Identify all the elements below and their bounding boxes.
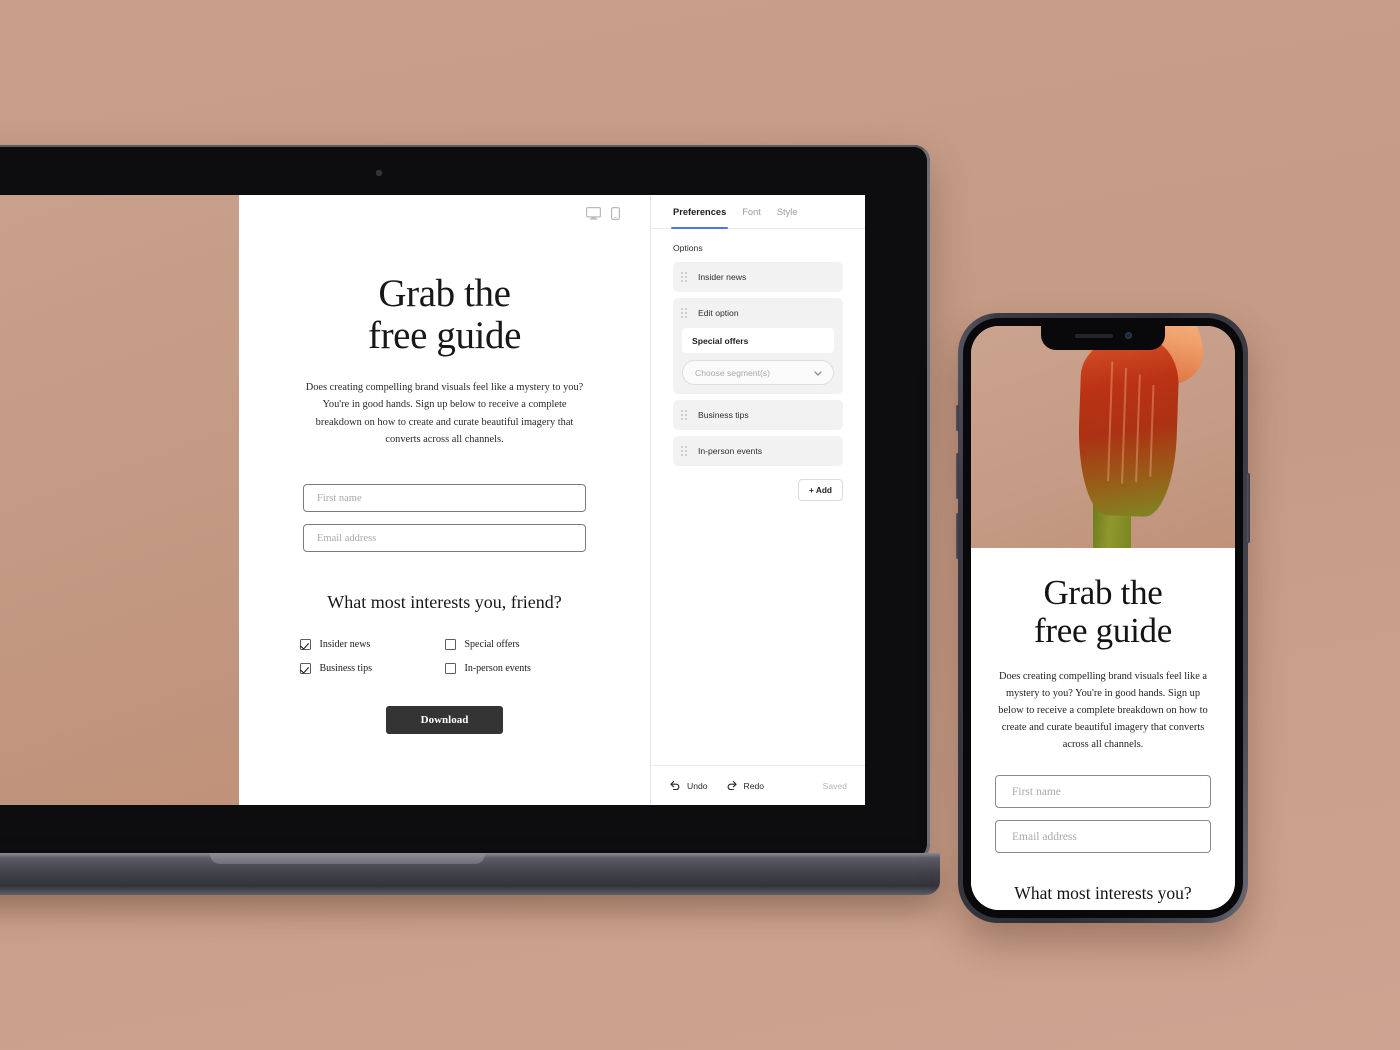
drag-handle-icon[interactable]: [681, 409, 688, 421]
drag-handle-icon[interactable]: [681, 307, 688, 319]
save-status: Saved: [822, 780, 847, 791]
option-label: Edit option: [698, 308, 739, 318]
mobile-icon[interactable]: [611, 207, 621, 225]
redo-icon: [726, 780, 738, 792]
redo-label: Redo: [743, 780, 765, 791]
phone-page-title: Grab the free guide: [995, 574, 1211, 650]
phone-title-line1: Grab the: [1043, 573, 1163, 612]
scene-background: Grab the free guide Does creating compel…: [0, 0, 1400, 1050]
tab-style[interactable]: Style: [777, 207, 798, 228]
editor-tab-bar: Preferences Font Style: [651, 195, 865, 229]
interests-question: What most interests you, friend?: [327, 592, 562, 613]
redo-button[interactable]: Redo: [726, 780, 765, 792]
page-title-line1: Grab the: [378, 272, 511, 315]
laptop-mockup: Grab the free guide Does creating compel…: [0, 145, 940, 895]
interests-checkbox-group: Insider news Special offers Business tip…: [299, 639, 590, 675]
phone-first-name-placeholder: First name: [1012, 785, 1061, 798]
monitor-icon[interactable]: [586, 207, 602, 225]
undo-icon: [669, 780, 681, 792]
chevron-down-icon: [814, 368, 822, 378]
checkbox-box[interactable]: [444, 639, 456, 651]
phone-title-line2: free guide: [1034, 610, 1172, 650]
add-option-button[interactable]: + Add: [798, 479, 843, 501]
phone-interests-question: What most interests you?: [1014, 883, 1192, 904]
segment-select-placeholder: Choose segment(s): [695, 367, 770, 378]
undo-label: Undo: [687, 780, 708, 791]
drag-handle-icon[interactable]: [681, 271, 688, 283]
phone-speaker: [1074, 333, 1113, 338]
phone-volume-down-button[interactable]: [956, 513, 959, 559]
option-label: Insider news: [698, 272, 747, 282]
option-item-business-tips[interactable]: Business tips: [673, 400, 843, 430]
checkbox-label: Insider news: [319, 639, 371, 651]
phone-mute-switch[interactable]: [956, 405, 959, 431]
landing-page-canvas: Grab the free guide Does creating compel…: [239, 195, 650, 805]
phone-notch: [1041, 326, 1165, 350]
phone-mockup: Grab the free guide Does creating compel…: [956, 313, 1250, 923]
tab-font[interactable]: Font: [742, 207, 761, 228]
checkbox-label: In-person events: [464, 663, 531, 675]
option-label: In-person events: [698, 446, 763, 456]
editor-footer: Undo Redo Saved: [651, 765, 865, 805]
checkbox-special-offers[interactable]: Special offers: [444, 639, 590, 651]
device-preview-toggle[interactable]: [586, 207, 621, 225]
phone-lily-petal: [1075, 336, 1181, 518]
editor-panel: Preferences Font Style Options Insider n…: [650, 195, 865, 805]
laptop-base: [0, 853, 940, 895]
phone-email-input[interactable]: Email address: [995, 820, 1211, 854]
checkbox-box[interactable]: [299, 663, 311, 675]
option-header[interactable]: Edit option: [673, 298, 843, 328]
phone-page-description: Does creating compelling brand visuals f…: [998, 670, 1208, 751]
checkbox-label: Special offers: [464, 639, 520, 651]
drag-handle-icon[interactable]: [681, 445, 688, 457]
option-item-edit-option[interactable]: Edit option Special offers Choose segmen…: [673, 298, 843, 394]
phone-front-camera-icon: [1124, 332, 1132, 339]
checkbox-insider-news[interactable]: Insider news: [299, 639, 445, 651]
page-title-line2: free guide: [368, 314, 521, 358]
laptop-base-notch: [210, 853, 485, 864]
phone-landing-content: Grab the free guide Does creating compel…: [971, 548, 1235, 910]
hero-flower-image: [0, 195, 239, 805]
add-option-row: + Add: [673, 479, 843, 501]
checkbox-box[interactable]: [444, 663, 456, 675]
options-section-label: Options: [673, 243, 703, 253]
option-name-input[interactable]: Special offers: [682, 328, 834, 353]
phone-volume-up-button[interactable]: [956, 453, 959, 499]
option-item-insider-news[interactable]: Insider news: [673, 262, 843, 292]
first-name-input[interactable]: First name: [303, 484, 586, 513]
checkbox-label: Business tips: [319, 663, 373, 675]
first-name-placeholder: First name: [317, 492, 362, 504]
option-label: Business tips: [698, 410, 749, 420]
tab-preferences[interactable]: Preferences: [670, 207, 729, 229]
email-input[interactable]: Email address: [303, 524, 586, 553]
undo-button[interactable]: Undo: [669, 780, 708, 792]
checkbox-in-person-events[interactable]: In-person events: [444, 663, 590, 675]
phone-hero-flower-image: [971, 326, 1235, 548]
laptop-screen: Grab the free guide Does creating compel…: [0, 195, 865, 805]
phone-screen: Grab the free guide Does creating compel…: [971, 326, 1235, 910]
phone-first-name-input[interactable]: First name: [995, 775, 1211, 809]
option-item-in-person-events[interactable]: In-person events: [673, 436, 843, 466]
checkbox-business-tips[interactable]: Business tips: [299, 663, 445, 675]
phone-email-placeholder: Email address: [1012, 830, 1077, 843]
laptop-camera-icon: [376, 170, 382, 176]
segment-select[interactable]: Choose segment(s): [682, 360, 834, 385]
page-title: Grab the free guide: [295, 272, 594, 358]
phone-power-button[interactable]: [1247, 473, 1250, 543]
editor-panel-body: Options Insider news Edit option Special…: [651, 229, 865, 765]
download-button[interactable]: Download: [386, 706, 503, 735]
email-placeholder: Email address: [317, 532, 377, 544]
checkbox-box[interactable]: [299, 639, 311, 651]
page-description: Does creating compelling brand visuals f…: [305, 382, 584, 446]
